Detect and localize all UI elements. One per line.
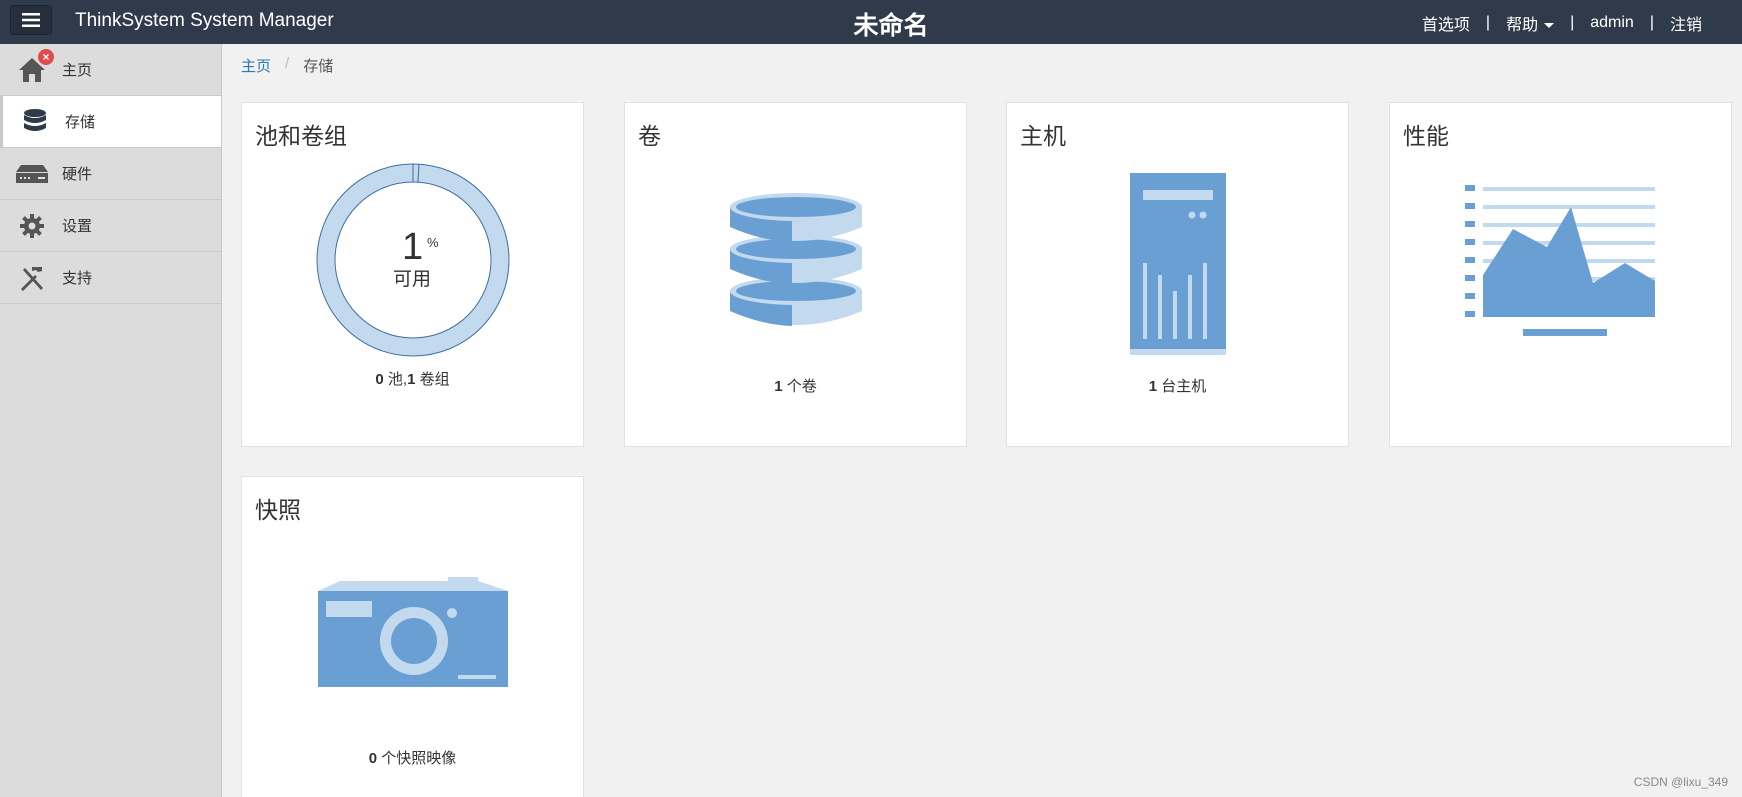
percent-sign: % xyxy=(427,235,439,250)
watermark: CSDN @lixu_349 xyxy=(1633,775,1728,789)
breadcrumb-separator: / xyxy=(285,55,290,72)
sidebar-item-label: 硬件 xyxy=(62,166,93,183)
available-percent: 1 xyxy=(402,226,424,268)
home-icon: × xyxy=(14,48,54,85)
snapshots-summary: 0 个快照映像 xyxy=(242,747,583,768)
preferences-link[interactable]: 首选项 xyxy=(1422,11,1470,35)
breadcrumb: 主页 / 存储 xyxy=(241,55,333,76)
volume-group-count: 1 xyxy=(407,371,416,388)
error-badge-icon: × xyxy=(38,48,54,65)
database-icon xyxy=(17,107,53,137)
card-title: 性能 xyxy=(1403,123,1449,149)
host-count: 1 xyxy=(1148,378,1158,395)
sidebar-item-home[interactable]: × 主页 xyxy=(0,44,221,96)
volume-groups-text: 卷组 xyxy=(419,371,450,388)
available-label: 可用 xyxy=(393,269,432,290)
performance-chart-icon xyxy=(1465,185,1655,336)
hosts-summary: 1 台主机 xyxy=(1007,375,1348,396)
top-links: 首选项 | 帮助 | admin | 注销 xyxy=(1422,11,1702,35)
gear-icon xyxy=(14,211,50,241)
logout-link[interactable]: 注销 xyxy=(1670,11,1702,35)
snapshots-text: 个快照映像 xyxy=(381,750,457,767)
database-stack-icon xyxy=(730,193,862,326)
sidebar-item-settings[interactable]: 设置 xyxy=(0,200,221,252)
pools-text: 池, xyxy=(387,371,408,388)
card-title: 主机 xyxy=(1020,123,1066,149)
sidebar-item-label: 设置 xyxy=(62,218,93,235)
hosts-card[interactable]: 主机 1 台主机 xyxy=(1006,102,1349,447)
help-menu[interactable]: 帮助 xyxy=(1506,11,1555,35)
link-separator: | xyxy=(1570,14,1575,31)
hosts-text: 台主机 xyxy=(1161,378,1207,395)
performance-card[interactable]: 性能 xyxy=(1389,102,1732,447)
hardware-icon xyxy=(14,159,50,189)
pools-summary: 0 池,1 卷组 xyxy=(242,368,583,389)
volumes-card[interactable]: 卷 1 个卷 xyxy=(624,102,967,447)
sidebar-item-label: 主页 xyxy=(62,62,93,79)
pools-card[interactable]: 池和卷组 1 % 可用 0 池,1 卷组 xyxy=(241,102,584,447)
volume-count: 1 xyxy=(774,378,783,395)
volumes-summary: 1 个卷 xyxy=(625,375,966,396)
breadcrumb-current: 存储 xyxy=(303,58,334,75)
breadcrumb-home-link[interactable]: 主页 xyxy=(241,55,271,76)
card-title: 快照 xyxy=(255,497,301,523)
camera-icon xyxy=(318,577,508,687)
volumes-text: 个卷 xyxy=(786,378,817,395)
link-separator: | xyxy=(1649,14,1654,31)
link-separator: | xyxy=(1485,14,1491,31)
top-bar: ThinkSystem System Manager 未命名 首选项 | 帮助 … xyxy=(0,0,1742,44)
pool-count: 0 xyxy=(375,371,384,388)
card-title: 卷 xyxy=(638,123,661,149)
snapshots-card[interactable]: 快照 0 个快照映像 xyxy=(241,476,584,797)
sidebar: × 主页 存储 硬件 设置 支持 xyxy=(0,44,222,797)
sidebar-item-hardware[interactable]: 硬件 xyxy=(0,148,221,200)
tools-icon xyxy=(14,263,50,293)
server-tower-icon xyxy=(1130,173,1226,355)
user-link[interactable]: admin xyxy=(1590,14,1634,32)
sidebar-item-storage[interactable]: 存储 xyxy=(0,96,221,148)
sidebar-item-label: 存储 xyxy=(65,114,96,131)
snapshot-count: 0 xyxy=(368,750,378,767)
sidebar-item-label: 支持 xyxy=(62,270,93,287)
sidebar-item-support[interactable]: 支持 xyxy=(0,252,221,304)
chevron-down-icon xyxy=(1544,23,1555,29)
help-label: 帮助 xyxy=(1506,17,1539,34)
